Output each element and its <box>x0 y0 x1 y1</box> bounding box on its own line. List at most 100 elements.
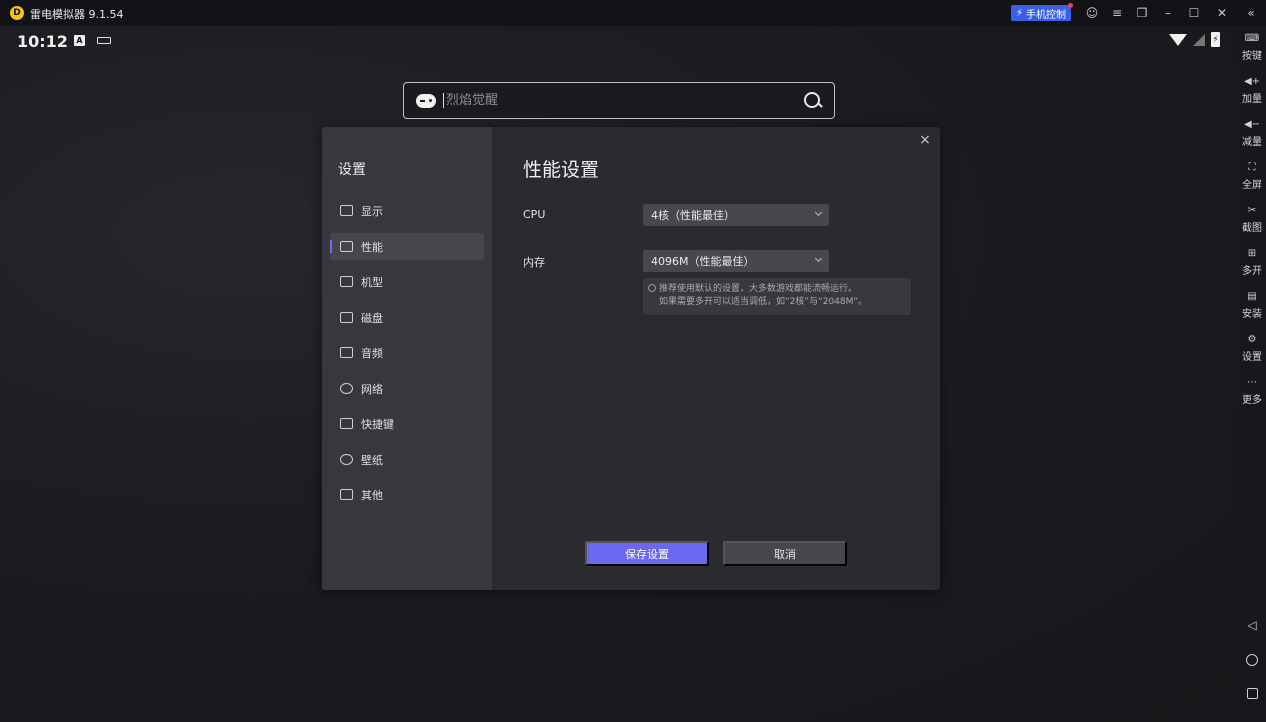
toolbar-label: 截图 <box>1242 223 1262 234</box>
menu-item-audio[interactable]: 音频 <box>330 339 484 366</box>
gamepad-icon <box>416 93 436 108</box>
app-logo-icon: D <box>10 6 24 20</box>
toolbar-fullscreen-button[interactable]: ⛶ 全屏 <box>1238 162 1266 191</box>
toolbar-label: 按键 <box>1242 51 1262 62</box>
network-icon <box>340 383 353 394</box>
toolbar-more-button[interactable]: ⋯ 更多 <box>1238 377 1266 406</box>
menu-item-disk[interactable]: 磁盘 <box>330 304 484 331</box>
settings-dialog: 设置 显示 性能 机型 磁盘 音频 网络 快捷键 壁纸 其他 × 性能设置 CP… <box>322 127 940 590</box>
phone-control-label: 手机控制 <box>1026 9 1067 21</box>
dialog-close-icon[interactable]: × <box>918 133 932 147</box>
settings-icon: ⚙ <box>1247 333 1257 345</box>
menu-icon[interactable]: ≡ <box>1109 5 1125 21</box>
collapse-icon[interactable]: « <box>1243 5 1259 21</box>
search-input[interactable] <box>443 93 804 108</box>
toolbar-settings-button[interactable]: ⚙ 设置 <box>1238 334 1266 363</box>
menu-item-label: 网络 <box>361 382 383 396</box>
toolbar-label: 更多 <box>1242 395 1262 406</box>
keyboard-icon: ⌨ <box>1244 32 1260 44</box>
performance-icon <box>340 241 353 252</box>
toolbar-screenshot-button[interactable]: ✂ 截图 <box>1238 205 1266 234</box>
volume-up-icon: ◀+ <box>1243 75 1261 87</box>
menu-item-label: 磁盘 <box>361 311 383 325</box>
toolbar-volume-up-button[interactable]: ◀+ 加量 <box>1238 76 1266 105</box>
toolbar-label: 减量 <box>1242 137 1262 148</box>
performance-hint: 推荐使用默认的设置，大多数游戏都能流畅运行。 如果需要多开可以适当调低，如“2核… <box>643 278 911 315</box>
chevron-down-icon <box>814 254 823 263</box>
minimize-icon[interactable]: – <box>1160 5 1176 21</box>
device-model-icon <box>340 276 353 287</box>
menu-item-performance[interactable]: 性能 <box>330 233 484 260</box>
menu-item-label: 显示 <box>361 204 383 218</box>
maximize-icon[interactable]: ☐ <box>1186 5 1202 21</box>
fullscreen-icon: ⛶ <box>1248 161 1256 173</box>
title-bar: D 雷电模拟器 9.1.54 ⚡ 手机控制 ☺ ≡ ❐ – ☐ ✕ « <box>0 0 1266 26</box>
screenshot-icon: ✂ <box>1247 204 1257 216</box>
disk-icon <box>340 312 353 323</box>
cpu-select[interactable]: 4核（性能最佳） <box>643 204 829 226</box>
display-icon <box>340 205 353 216</box>
status-indicators: ⚡ <box>1169 32 1220 47</box>
cpu-select-value: 4核（性能最佳） <box>651 209 735 222</box>
recents-icon[interactable] <box>1245 686 1259 700</box>
wallpaper-icon <box>340 454 353 465</box>
notification-dot <box>1068 3 1073 8</box>
menu-item-label: 性能 <box>361 240 383 254</box>
menu-item-display[interactable]: 显示 <box>330 197 484 224</box>
install-icon: ▤ <box>1247 290 1257 302</box>
more-icon: ⋯ <box>1247 376 1257 388</box>
toolbar-label: 多开 <box>1242 266 1262 277</box>
a-badge-icon: A <box>74 35 85 46</box>
menu-item-shortcut[interactable]: 快捷键 <box>330 410 484 437</box>
keyboard-status-icon <box>97 37 111 44</box>
memory-select-value: 4096M（性能最佳） <box>651 255 755 268</box>
menu-item-label: 其他 <box>361 488 383 502</box>
toolbar-label: 安装 <box>1242 309 1262 320</box>
lightning-icon: ⚡ <box>1015 7 1024 19</box>
memory-select[interactable]: 4096M（性能最佳） <box>643 250 829 272</box>
menu-item-label: 音频 <box>361 346 383 360</box>
shortcut-icon <box>340 418 353 429</box>
page-title: 性能设置 <box>523 159 600 181</box>
search-bar <box>403 82 835 119</box>
settings-heading: 设置 <box>338 162 366 178</box>
signal-icon <box>1193 33 1205 46</box>
menu-item-device-model[interactable]: 机型 <box>330 268 484 295</box>
tip-icon <box>648 284 656 292</box>
volume-down-icon: ◀− <box>1243 118 1261 130</box>
toolbar-multi-instance-button[interactable]: ⊞ 多开 <box>1238 248 1266 277</box>
home-icon[interactable] <box>1245 653 1259 667</box>
cpu-label: CPU <box>523 208 546 221</box>
restore-icon[interactable]: ❐ <box>1134 5 1150 21</box>
user-icon[interactable]: ☺ <box>1084 5 1100 21</box>
toolbar-install-button[interactable]: ▤ 安装 <box>1238 291 1266 320</box>
phone-control-button[interactable]: ⚡ 手机控制 <box>1011 3 1073 21</box>
hint-line-2: 如果需要多开可以适当调低，如“2核”与“2048M”。 <box>659 297 868 307</box>
search-icon[interactable] <box>804 91 822 110</box>
hint-line-1: 推荐使用默认的设置，大多数游戏都能流畅运行。 <box>659 284 858 294</box>
toolbar-label: 设置 <box>1242 352 1262 363</box>
wifi-icon <box>1169 33 1187 46</box>
menu-item-label: 壁纸 <box>361 453 383 467</box>
status-time: 10:12 <box>17 32 68 51</box>
audio-icon <box>340 347 353 358</box>
menu-item-other[interactable]: 其他 <box>330 481 484 508</box>
menu-item-wallpaper[interactable]: 壁纸 <box>330 446 484 473</box>
save-settings-button[interactable]: 保存设置 <box>585 541 709 566</box>
menu-item-label: 机型 <box>361 275 383 289</box>
menu-item-network[interactable]: 网络 <box>330 375 484 402</box>
settings-menu: 设置 显示 性能 机型 磁盘 音频 网络 快捷键 壁纸 其他 <box>322 127 492 590</box>
toolbar-label: 全屏 <box>1242 180 1262 191</box>
back-icon[interactable]: ◁ <box>1245 618 1259 632</box>
app-title: 雷电模拟器 9.1.54 <box>30 8 124 21</box>
cancel-button[interactable]: 取消 <box>723 541 847 566</box>
multi-instance-icon: ⊞ <box>1247 247 1257 259</box>
toolbar-keymap-button[interactable]: ⌨ 按键 <box>1238 33 1266 62</box>
toolbar-label: 加量 <box>1242 94 1262 105</box>
side-toolbar: ⌨ 按键 ◀+ 加量 ◀− 减量 ⛶ 全屏 ✂ 截图 ⊞ 多开 ▤ 安装 ⚙ 设… <box>1238 26 1266 722</box>
other-icon <box>340 489 353 500</box>
memory-label: 内存 <box>523 256 545 269</box>
close-icon[interactable]: ✕ <box>1214 5 1230 21</box>
chevron-down-icon <box>814 208 823 217</box>
toolbar-volume-down-button[interactable]: ◀− 减量 <box>1238 119 1266 148</box>
